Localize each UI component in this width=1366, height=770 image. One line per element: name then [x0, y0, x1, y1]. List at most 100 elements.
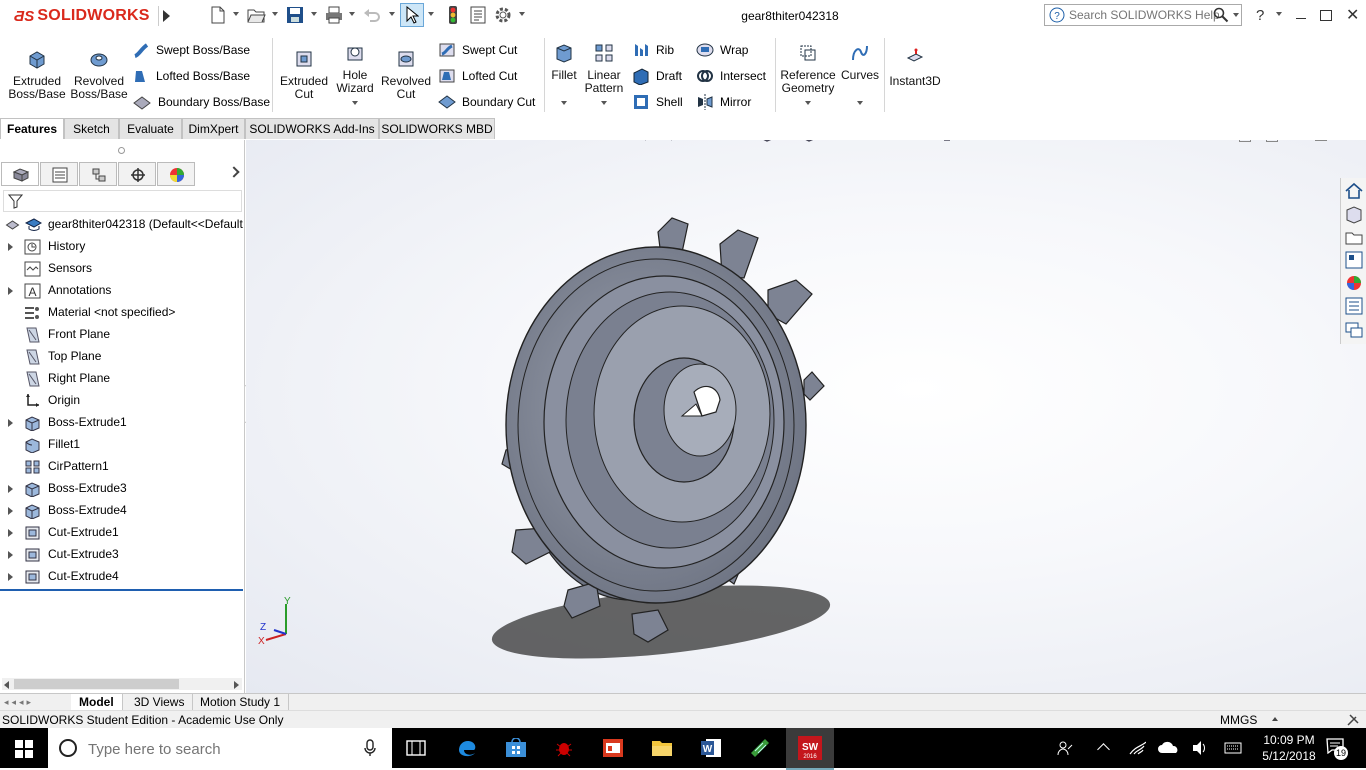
action-center-button[interactable]: 19	[1326, 738, 1348, 760]
extruded-cut-button[interactable]: Extruded Cut	[276, 48, 332, 101]
tree-item-top-plane[interactable]: Top Plane	[0, 346, 243, 368]
task-view-button[interactable]	[392, 728, 440, 768]
expand-menu-icon[interactable]	[158, 6, 175, 26]
taskbar-office[interactable]	[589, 728, 637, 768]
tree-item-history[interactable]: History	[0, 236, 243, 258]
tree-item-material[interactable]: Material <not specified>	[0, 302, 243, 324]
tree-item-annotations[interactable]: A Annotations	[0, 280, 243, 302]
rib-button[interactable]: Rib	[632, 39, 674, 61]
save-icon[interactable]	[285, 5, 305, 25]
tab-property-manager[interactable]	[40, 162, 78, 186]
select-button[interactable]	[400, 3, 424, 27]
people-icon[interactable]	[1056, 739, 1074, 757]
tab-dimxpert-manager[interactable]	[118, 162, 156, 186]
tab-display-manager[interactable]	[157, 162, 195, 186]
tab-model[interactable]: Model	[71, 694, 123, 710]
forum-icon[interactable]	[1344, 320, 1364, 340]
intersect-button[interactable]: Intersect	[696, 65, 766, 87]
chevron-right-icon[interactable]	[228, 166, 240, 178]
boundary-cut-button[interactable]: Boundary Cut	[438, 91, 535, 113]
swept-boss-button[interactable]: Swept Boss/Base	[132, 39, 250, 61]
tab-sketch[interactable]: Sketch	[64, 118, 119, 139]
minimize-button[interactable]	[1296, 18, 1306, 19]
tree-item-cut-extrude1[interactable]: Cut-Extrude1	[0, 522, 243, 544]
clock[interactable]: 10:09 PM 5/12/2018	[1254, 732, 1324, 764]
fillet-button[interactable]: Fillet	[548, 42, 580, 105]
tab-mbd[interactable]: SOLIDWORKS MBD	[379, 118, 495, 139]
linear-pattern-button[interactable]: Linear Pattern	[582, 42, 626, 105]
view-palette-icon[interactable]	[1344, 250, 1364, 270]
lofted-cut-button[interactable]: Lofted Cut	[438, 65, 517, 87]
taskbar-green-app[interactable]	[736, 728, 784, 768]
chevron-down-icon[interactable]	[272, 12, 278, 16]
appearances-icon[interactable]	[1344, 273, 1364, 293]
tab-dimxpert[interactable]: DimXpert	[182, 118, 245, 139]
tab-features[interactable]: Features	[0, 118, 64, 139]
chevron-down-icon[interactable]	[349, 12, 355, 16]
taskbar-search-input[interactable]	[88, 740, 338, 758]
new-document-icon[interactable]	[208, 5, 228, 25]
unit-system-selector[interactable]: MMGS	[1220, 713, 1257, 727]
expand-arrow-icon[interactable]	[8, 243, 13, 251]
custom-properties-icon[interactable]	[1344, 296, 1364, 316]
tree-item-front-plane[interactable]: Front Plane	[0, 324, 243, 346]
status-tools-icon[interactable]	[1346, 713, 1360, 727]
tab-evaluate[interactable]: Evaluate	[119, 118, 182, 139]
boundary-boss-button[interactable]: Boundary Boss/Base	[132, 91, 270, 113]
tree-item-cut-extrude4[interactable]: Cut-Extrude4	[0, 566, 243, 588]
rollback-bar[interactable]	[0, 589, 243, 591]
design-library-icon[interactable]	[1344, 204, 1364, 224]
wrap-button[interactable]: Wrap	[696, 39, 748, 61]
taskbar-word[interactable]: W	[687, 728, 735, 768]
expand-arrow-icon[interactable]	[8, 287, 13, 295]
chevron-down-icon[interactable]	[233, 12, 239, 16]
swept-cut-button[interactable]: Swept Cut	[438, 39, 517, 61]
tree-item-fillet1[interactable]: Fillet1	[0, 434, 243, 456]
help-search-field[interactable]: ?	[1044, 4, 1242, 26]
expand-arrow-icon[interactable]	[8, 529, 13, 537]
curves-button[interactable]: Curves	[840, 42, 880, 105]
expand-arrow-icon[interactable]	[8, 419, 13, 427]
chevron-down-icon[interactable]	[519, 12, 525, 16]
keyboard-icon[interactable]	[1224, 740, 1242, 756]
expand-arrow-icon[interactable]	[8, 485, 13, 493]
tree-item-boss-extrude4[interactable]: Boss-Extrude4	[0, 500, 243, 522]
expand-arrow-icon[interactable]	[8, 551, 13, 559]
heads-up-toolbar[interactable]	[628, 140, 978, 148]
taskbar-solidworks[interactable]: SW 2016	[786, 728, 834, 770]
tab-3d-views[interactable]: 3D Views	[126, 694, 194, 710]
scroll-right-icon[interactable]	[234, 681, 239, 689]
lofted-boss-button[interactable]: Lofted Boss/Base	[132, 65, 250, 87]
file-properties-icon[interactable]	[468, 5, 488, 25]
viewport-restore-button[interactable]	[1315, 140, 1327, 141]
help-search-input[interactable]	[1069, 7, 1219, 23]
taskbar-edge[interactable]	[443, 728, 491, 768]
options-gear-icon[interactable]	[493, 5, 513, 25]
graphics-area[interactable]: ✕	[246, 140, 1366, 693]
tree-item-boss-extrude1[interactable]: Boss-Extrude1	[0, 412, 243, 434]
chevron-down-icon[interactable]	[352, 101, 358, 105]
microphone-icon[interactable]	[364, 739, 376, 757]
taskbar-store[interactable]	[492, 728, 540, 768]
onedrive-cloud-icon[interactable]	[1158, 741, 1180, 755]
search-icon[interactable]	[1213, 7, 1229, 23]
close-window-button[interactable]: ✕	[1346, 5, 1359, 25]
viewport-split-left-button[interactable]	[1239, 140, 1251, 142]
wifi-icon[interactable]	[1128, 740, 1146, 756]
chevron-down-icon[interactable]	[1276, 12, 1282, 16]
rebuild-icon[interactable]	[443, 5, 463, 25]
volume-icon[interactable]	[1191, 740, 1209, 756]
restore-button[interactable]	[1320, 10, 1332, 21]
tree-root-part[interactable]: gear8thiter042318 (Default<<Default	[0, 214, 243, 236]
undo-icon[interactable]	[362, 5, 382, 25]
chevron-down-icon[interactable]	[389, 12, 395, 16]
tab-configuration-manager[interactable]	[79, 162, 117, 186]
taskbar-bug-app[interactable]	[540, 728, 588, 768]
chevron-up-icon[interactable]	[1272, 717, 1278, 721]
gear-model[interactable]	[486, 210, 866, 670]
shell-button[interactable]: Shell	[632, 91, 683, 113]
hole-wizard-button[interactable]: Hole Wizard	[330, 42, 380, 105]
mirror-button[interactable]: Mirror	[696, 91, 751, 113]
taskbar-file-explorer[interactable]	[638, 728, 686, 768]
viewport-split-right-button[interactable]	[1266, 140, 1278, 142]
